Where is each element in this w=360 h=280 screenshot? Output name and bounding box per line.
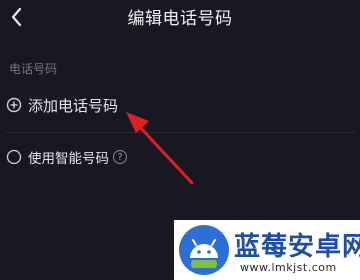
watermark-title: 蓝莓安卓网 xyxy=(234,232,360,262)
help-glyph: ? xyxy=(117,151,123,163)
watermark: 蓝莓安卓网 www.lmkjst.com xyxy=(174,220,360,280)
divider xyxy=(6,132,356,133)
android-robot-logo xyxy=(179,225,229,275)
smart-number-option[interactable]: 使用智能号码 ? xyxy=(6,146,127,168)
watermark-url: www.lmkjst.com xyxy=(240,261,337,274)
add-phone-button[interactable]: 添加电话号码 xyxy=(6,92,306,118)
section-label-phone: 电话号码 xyxy=(9,62,58,76)
radio-unchecked-icon[interactable] xyxy=(6,149,22,165)
add-phone-label: 添加电话号码 xyxy=(28,96,119,115)
plus-circle-icon xyxy=(6,97,22,113)
question-circle-icon[interactable]: ? xyxy=(113,150,127,164)
page-title: 编辑电话号码 xyxy=(127,9,233,29)
header-bar: 编辑电话号码 xyxy=(0,0,360,36)
smart-number-label: 使用智能号码 xyxy=(28,151,109,167)
